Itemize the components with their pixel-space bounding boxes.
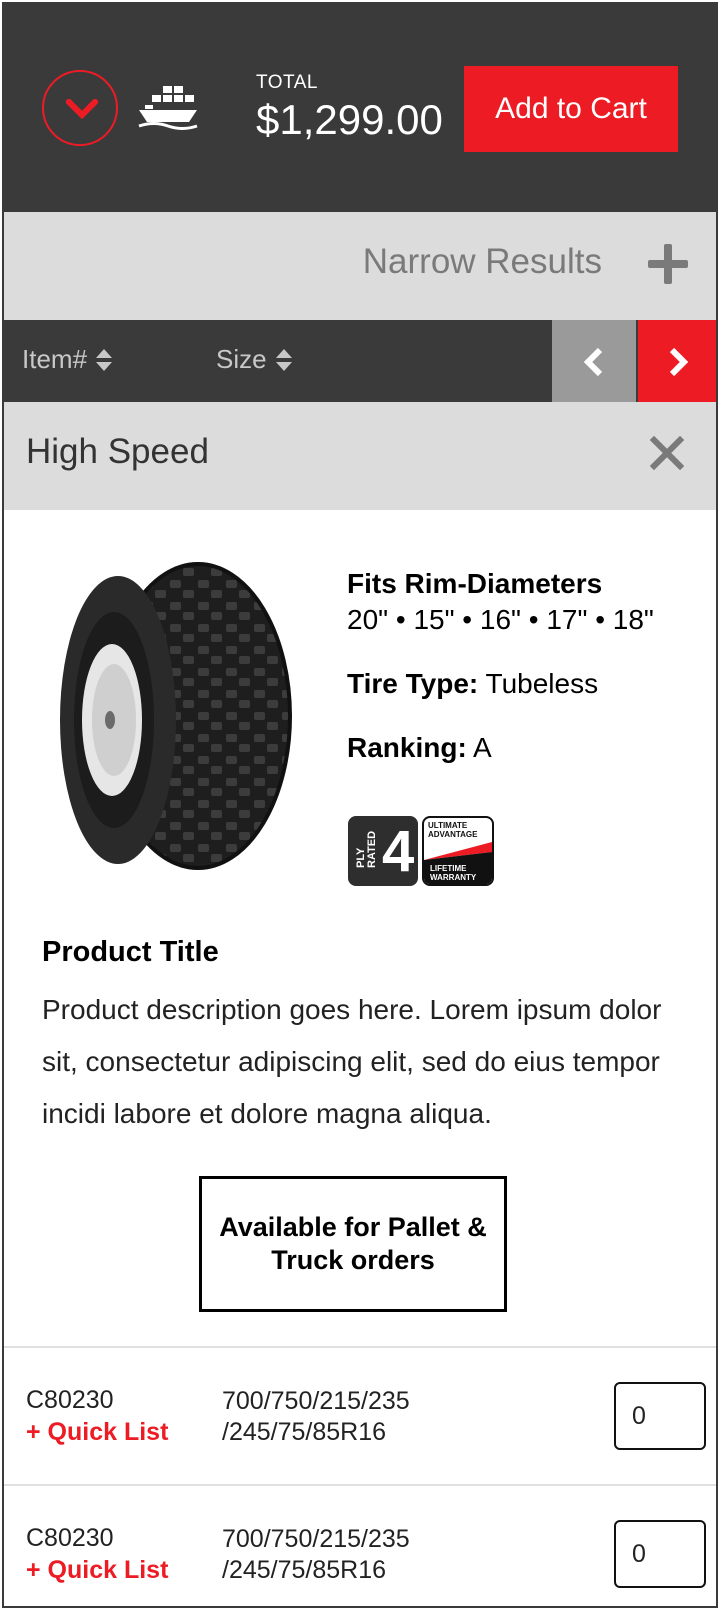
prev-page-button[interactable]: [552, 320, 636, 402]
product-badges: PLY RATED 4 ULTIMATE ADVANTAGE LIFETIME …: [348, 816, 494, 886]
row-size: 700/750/215/235 /245/75/85R16: [222, 1387, 410, 1446]
warranty-badge-bottom: LIFETIME WARRANTY: [424, 860, 492, 884]
app-frame: TOTAL $1,299.00 Add to Cart Narrow Resul…: [2, 2, 718, 1608]
warranty-badge-top: ULTIMATE ADVANTAGE: [428, 821, 478, 839]
sort-label: Size: [216, 344, 267, 374]
next-page-button[interactable]: [638, 320, 716, 402]
quantity-input[interactable]: [614, 1382, 706, 1450]
warranty-badge: ULTIMATE ADVANTAGE LIFETIME WARRANTY: [422, 816, 494, 886]
tire-type-label: Tire Type:: [347, 668, 479, 699]
group-title: High Speed: [26, 432, 209, 471]
product-description: Product description goes here. Lorem ips…: [42, 994, 662, 1129]
group-header: High Speed: [4, 402, 716, 510]
sort-item-number[interactable]: Item#: [22, 344, 113, 375]
collapse-button[interactable]: [42, 70, 118, 146]
add-to-cart-button[interactable]: Add to Cart: [464, 66, 678, 152]
tire-image: [60, 562, 292, 870]
warranty-stripe-icon: [424, 842, 492, 860]
sort-arrows-icon: [275, 348, 292, 371]
top-bar: TOTAL $1,299.00 Add to Cart: [4, 4, 716, 212]
fits-values: 20" • 15" • 16" • 17" • 18": [347, 604, 654, 635]
ply-badge-number: 4: [382, 819, 415, 884]
tire-type: Tire Type: Tubeless: [347, 666, 654, 702]
ranking-label: Ranking:: [347, 732, 467, 763]
sort-bar: Item# Size: [4, 320, 716, 402]
ranking: Ranking: A: [347, 730, 654, 766]
sort-arrows-icon: [96, 348, 113, 371]
quantity-input[interactable]: [614, 1520, 706, 1588]
chevron-left-icon: [583, 347, 603, 377]
close-icon[interactable]: [650, 436, 684, 470]
product-row: C80230 + Quick List 700/750/215/235 /245…: [4, 1346, 716, 1484]
narrow-results-bar[interactable]: Narrow Results: [4, 212, 716, 320]
narrow-results-label: Narrow Results: [362, 242, 602, 281]
ply-rated-badge: PLY RATED 4: [348, 816, 418, 886]
ranking-value: A: [473, 732, 492, 763]
total-amount: $1,299.00: [256, 96, 443, 143]
row-item-number: C80230: [26, 1524, 114, 1552]
product-title: Product Title: [42, 936, 219, 968]
ship-icon: [138, 86, 198, 130]
plus-icon[interactable]: [648, 244, 688, 284]
fits-label: Fits Rim-Diameters: [347, 568, 603, 599]
chevron-down-icon: [66, 99, 98, 119]
product-row: C80230 + Quick List 700/750/215/235 /245…: [4, 1484, 716, 1606]
row-item-number: C80230: [26, 1386, 114, 1414]
ply-badge-text: PLY RATED: [355, 830, 378, 868]
row-size: 700/750/215/235 /245/75/85R16: [222, 1525, 410, 1584]
quick-list-link[interactable]: + Quick List: [26, 1418, 168, 1447]
sort-label: Item#: [22, 344, 88, 374]
chevron-right-icon: [669, 347, 689, 377]
total-label: TOTAL: [256, 72, 318, 93]
sort-size[interactable]: Size: [216, 344, 293, 375]
tire-type-value: Tubeless: [485, 668, 599, 699]
quick-list-link[interactable]: + Quick List: [26, 1556, 168, 1585]
availability-notice: Available for Pallet & Truck orders: [199, 1176, 507, 1312]
product-specs: Fits Rim-Diameters 20" • 15" • 16" • 17"…: [347, 566, 654, 766]
